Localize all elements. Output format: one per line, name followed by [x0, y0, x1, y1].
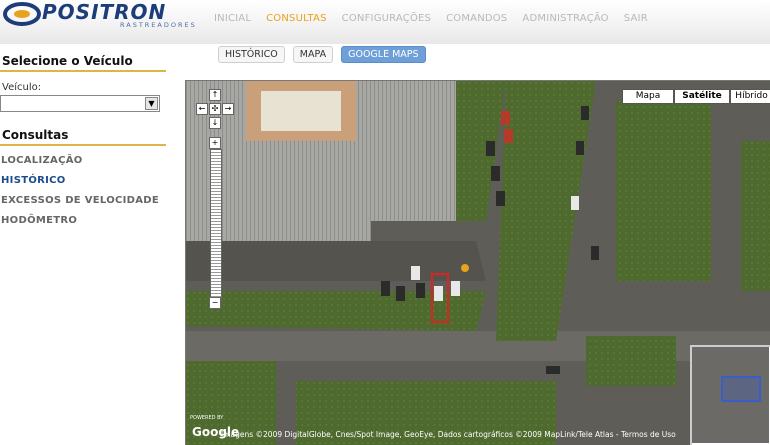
overview-map-image — [692, 347, 769, 443]
pan-down-icon[interactable]: ↓ — [209, 117, 221, 129]
chevron-down-icon[interactable]: ▼ — [145, 97, 158, 110]
sidebar: Selecione o Veículo Veículo: ▼ Consultas… — [0, 50, 166, 226]
menu-localizacao[interactable]: LOCALIZAÇÃO — [1, 155, 166, 166]
map-type-hibrido[interactable]: Híbrido — [730, 89, 770, 104]
zoom-in-icon[interactable]: + — [209, 137, 221, 149]
google-map[interactable]: Mapa Satélite Híbrido ↑ ← ✣ → ↓ + − POWE… — [185, 80, 770, 445]
top-bar: POSITRON RASTREADORES INICIAL CONSULTAS … — [0, 0, 770, 44]
view-tabs: HISTÓRICO MAPA GOOGLE MAPS — [218, 46, 426, 63]
vehicle-label: Veículo: — [2, 82, 42, 93]
powered-by-label: POWERED BY — [190, 415, 224, 421]
menu-hodometro[interactable]: HODÔMETRO — [1, 215, 166, 226]
consultas-menu: LOCALIZAÇÃO HISTÓRICO EXCESSOS DE VELOCI… — [0, 155, 166, 226]
map-type-satelite[interactable]: Satélite — [674, 89, 730, 104]
vehicle-section-title: Selecione o Veículo — [0, 50, 166, 72]
zoom-out-icon[interactable]: − — [209, 297, 221, 309]
nav-consultas[interactable]: CONSULTAS — [266, 13, 327, 24]
nav-inicial[interactable]: INICIAL — [214, 13, 251, 24]
pan-left-icon[interactable]: ← — [196, 103, 208, 115]
nav-configuracoes[interactable]: CONFIGURAÇÕES — [342, 13, 431, 24]
vehicle-select[interactable]: ▼ — [0, 95, 160, 112]
nav-comandos[interactable]: COMANDOS — [446, 13, 507, 24]
vehicle-marker[interactable] — [431, 273, 449, 323]
logo-subtitle: RASTREADORES — [120, 21, 197, 29]
zoom-slider[interactable] — [210, 149, 222, 301]
overview-map[interactable] — [690, 345, 770, 445]
positron-logo[interactable]: POSITRON RASTREADORES — [2, 0, 195, 34]
tab-google-maps[interactable]: GOOGLE MAPS — [341, 46, 426, 63]
menu-historico[interactable]: HISTÓRICO — [1, 175, 166, 186]
menu-excessos-velocidade[interactable]: EXCESSOS DE VELOCIDADE — [1, 195, 166, 206]
map-copyright: Imagens ©2009 DigitalGlobe, Cnes/Spot Im… — [221, 430, 676, 439]
logo-swoosh-icon — [3, 2, 41, 26]
tab-mapa[interactable]: MAPA — [292, 46, 334, 63]
map-type-mapa[interactable]: Mapa — [622, 89, 674, 104]
nav-sair[interactable]: SAIR — [624, 13, 648, 24]
satellite-image — [186, 81, 770, 445]
consultas-section-title: Consultas — [0, 124, 166, 146]
pan-right-icon[interactable]: → — [222, 103, 234, 115]
pan-center-icon[interactable]: ✣ — [209, 103, 221, 115]
pan-up-icon[interactable]: ↑ — [209, 89, 221, 101]
vehicle-icon[interactable] — [461, 264, 469, 272]
main-nav: INICIAL CONSULTAS CONFIGURAÇÕES COMANDOS… — [214, 13, 663, 24]
nav-administracao[interactable]: ADMINISTRAÇÃO — [522, 13, 608, 24]
tab-historico[interactable]: HISTÓRICO — [218, 46, 285, 63]
